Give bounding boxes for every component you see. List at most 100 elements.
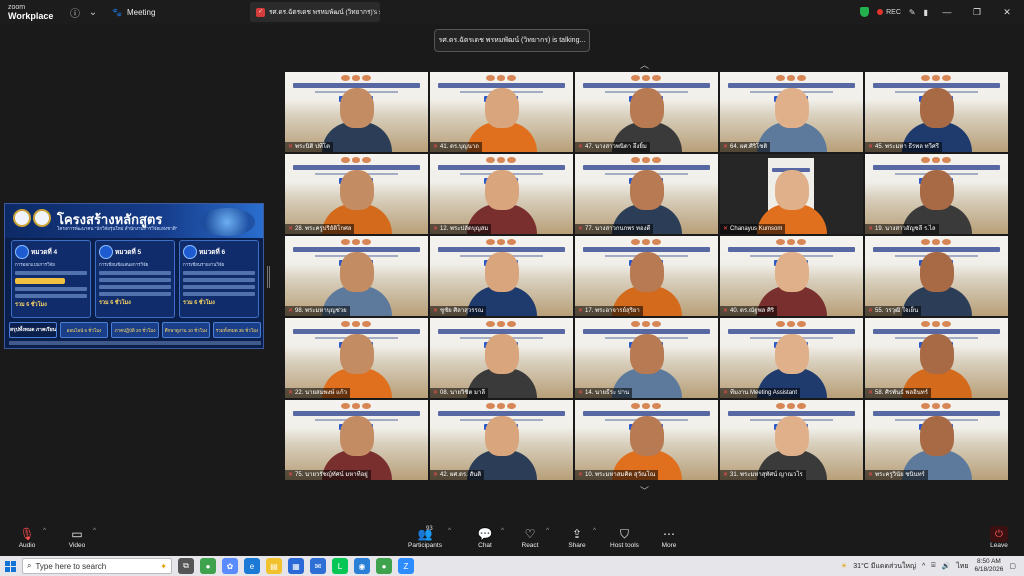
participant-tile[interactable]: ✕ 08. นายวิชิต มาลี xyxy=(430,318,573,398)
meeting-tab[interactable]: 🐾 Meeting xyxy=(112,8,155,17)
person-head xyxy=(630,252,664,292)
more-button[interactable]: ⋯ More xyxy=(659,526,679,549)
restore-button[interactable]: ❐ xyxy=(966,7,988,18)
file-explorer-icon[interactable]: ▤ xyxy=(266,558,282,574)
react-button[interactable]: ♡ React ^ xyxy=(520,526,550,549)
person-head xyxy=(340,88,374,128)
close-button[interactable]: ✕ xyxy=(996,7,1018,18)
caret-up-icon[interactable]: ^ xyxy=(43,528,46,534)
participant-name-bar: ✕ Chanayus Kumsom xyxy=(720,224,786,234)
mic-muted-icon: ✕ xyxy=(433,144,439,150)
participants-button[interactable]: 👥 93 Participants ^ xyxy=(408,526,451,549)
task-view-icon[interactable]: ⧉ xyxy=(178,558,194,574)
minimize-button[interactable]: — xyxy=(936,7,958,17)
person-head xyxy=(775,88,809,128)
host-tools-button[interactable]: ⛉ Host tools xyxy=(610,526,639,550)
slide-subtitle: โครงการพัฒนาคน "นักวิจัยรุ่นใหม่ สำนักงา… xyxy=(57,226,178,231)
participant-tile[interactable]: ✕ 47. นางสาวพนิดา อึ่งยิ้ม xyxy=(575,72,718,152)
recording-indicator[interactable]: REC xyxy=(877,9,901,16)
caret-up-icon[interactable]: ^ xyxy=(448,528,451,534)
clock-time: 8:50 AM xyxy=(976,558,1001,565)
audio-button[interactable]: 🎙 Audio ^ xyxy=(17,526,46,549)
chevron-down-page-icon[interactable]: ﹀ xyxy=(640,484,649,497)
annotate-icon[interactable]: ✎ xyxy=(909,8,916,17)
participants-label: Participants xyxy=(408,542,442,549)
banner-logos xyxy=(341,157,372,163)
caret-up-icon[interactable]: ^ xyxy=(93,528,96,534)
chevron-up-tray-icon[interactable]: ^ xyxy=(922,563,925,570)
share-button[interactable]: ⇪ Share ^ xyxy=(567,526,596,549)
participant-tile[interactable]: ✕ 58. ศิรพันธ์ พลอินทร์ xyxy=(865,318,1008,398)
weather-text[interactable]: 31°C มีแดดส่วนใหญ่ xyxy=(853,561,916,572)
video-button[interactable]: ▭ Video ^ xyxy=(67,526,96,549)
edge-icon[interactable]: e xyxy=(244,558,260,574)
person-head xyxy=(920,416,954,456)
chat-button[interactable]: 💬 Chat ^ xyxy=(475,526,504,549)
banner-logos xyxy=(486,157,517,163)
zoom-taskbar-icon[interactable]: Z xyxy=(398,558,414,574)
security-shield-icon[interactable] xyxy=(860,7,870,17)
chevron-down-icon[interactable]: ⌄ xyxy=(84,3,102,21)
leave-button[interactable]: ⏻ Leave xyxy=(990,526,1008,549)
participant-tile[interactable]: ✕ 45. พระมหา ธีรพล ทวีศรี xyxy=(865,72,1008,152)
browser-icon[interactable]: ◉ xyxy=(354,558,370,574)
participant-tile[interactable]: ✕ 28. พระครูปริยัติโกศล xyxy=(285,154,428,234)
banner-logos xyxy=(776,321,807,327)
windows-start-icon[interactable] xyxy=(0,560,22,572)
participant-name-bar: ✕ 28. พระครูปริยัติโกศล xyxy=(285,224,355,234)
shared-screen[interactable]: โครงสร้างหลักสูตร โครงการพัฒนาคน "นักวิจ… xyxy=(4,203,264,349)
slide-footnote xyxy=(9,341,261,345)
person-head xyxy=(775,252,809,292)
language-indicator[interactable]: ไทย xyxy=(956,561,968,572)
layout-icon[interactable]: ▮ xyxy=(924,8,928,17)
split-resize-handle[interactable] xyxy=(267,266,270,288)
caret-up-icon[interactable]: ^ xyxy=(546,528,549,534)
caret-up-icon[interactable]: ^ xyxy=(501,528,504,534)
participant-tile[interactable]: ✕ ทีมงาน Meeting Assistant xyxy=(720,318,863,398)
store-icon[interactable]: ▦ xyxy=(288,558,304,574)
chevron-up-icon[interactable]: ︿ xyxy=(640,58,649,71)
participant-tile[interactable]: ✕ ชูชัย ศิลาสุวรรณ xyxy=(430,236,573,316)
chrome-icon[interactable]: ● xyxy=(200,558,216,574)
participant-tile[interactable]: ✕ 31. พระมหาสุทัศน์ ญาณวโร xyxy=(720,400,863,480)
participant-tile[interactable]: ✕ 42. ผศ.ดร. สันติ xyxy=(430,400,573,480)
network-icon[interactable]: ⌸ xyxy=(931,562,935,570)
participant-tile[interactable]: ✕ พระนิติ ปทีโต xyxy=(285,72,428,152)
caret-up-icon[interactable]: ^ xyxy=(593,528,596,534)
chrome-profile-icon[interactable]: ● xyxy=(376,558,392,574)
participant-name-bar: ✕ 17. พระอาจารย์สุริยา xyxy=(575,306,643,316)
more-label: More xyxy=(661,542,677,549)
mic-muted-icon: ✕ xyxy=(433,472,439,478)
participant-tile[interactable]: ✕ พระครูวินัย ชนินทร์ xyxy=(865,400,1008,480)
participant-tile[interactable]: ✕ 22. นายสมพงษ์ แก้ว xyxy=(285,318,428,398)
participant-name: 40. ดร.ณัฐพล ศิริ xyxy=(730,308,775,314)
volume-icon[interactable]: 🔊 xyxy=(941,562,950,570)
info-icon[interactable]: ⓘ xyxy=(66,3,84,21)
participant-tile[interactable]: ✕ 40. ดร.ณัฐพล ศิริ xyxy=(720,236,863,316)
participant-tile[interactable]: ✕ 77. นางสาวกนกพร ทองดี xyxy=(575,154,718,234)
participant-tile[interactable]: ✕ 17. พระอาจารย์สุริยา xyxy=(575,236,718,316)
participant-tile[interactable]: ✕ 14. นายธีระ ปาน xyxy=(575,318,718,398)
participant-tile[interactable]: ✕ 98. พระมหาบุญช่วย xyxy=(285,236,428,316)
participant-tile[interactable]: ✕ 10. พระมหาสมคิด สุวัณโณ xyxy=(575,400,718,480)
participant-name: 47. นางสาวพนิดา อึ่งยิ้ม xyxy=(585,144,647,150)
participant-tile[interactable]: ✕ 12. พระปลัดบุญสม xyxy=(430,154,573,234)
module-line xyxy=(99,292,171,296)
line-icon[interactable]: L xyxy=(332,558,348,574)
mail-icon[interactable]: ✉ xyxy=(310,558,326,574)
notification-icon[interactable]: ▢ xyxy=(1009,562,1016,570)
person-head xyxy=(775,170,809,210)
participant-tile[interactable]: ✕ 55. วรวุฒิ ใจเย็น xyxy=(865,236,1008,316)
copilot-icon[interactable]: ✿ xyxy=(222,558,238,574)
participant-tile[interactable]: ✕ 75. นายวรัชญ์ทัศน์ มหาทีอยู่ xyxy=(285,400,428,480)
clock[interactable]: 8:50 AM 6/18/2026 xyxy=(974,558,1003,574)
participant-tile[interactable]: ✕ 19. นางสาวอัญชลี ร.ไล xyxy=(865,154,1008,234)
taskbar-search[interactable]: ⌕ Type here to search ✦ xyxy=(22,558,172,574)
person-head xyxy=(340,334,374,374)
screen-share-tab[interactable]: ✓ รศ.ดร.ฉัตรเดช พรหมพัฒน์ (วิทยากร)'s s … xyxy=(250,2,380,22)
banner-logos xyxy=(486,75,517,81)
participant-tile[interactable]: ✕ 64. ผศ.ศิริโชติ xyxy=(720,72,863,152)
participant-tile[interactable]: ✕ Chanayus Kumsom xyxy=(720,154,863,234)
participant-tile[interactable]: ✕ 41. ดร.บุญนาถ xyxy=(430,72,573,152)
participant-name: 98. พระมหาบุญช่วย xyxy=(295,308,347,314)
